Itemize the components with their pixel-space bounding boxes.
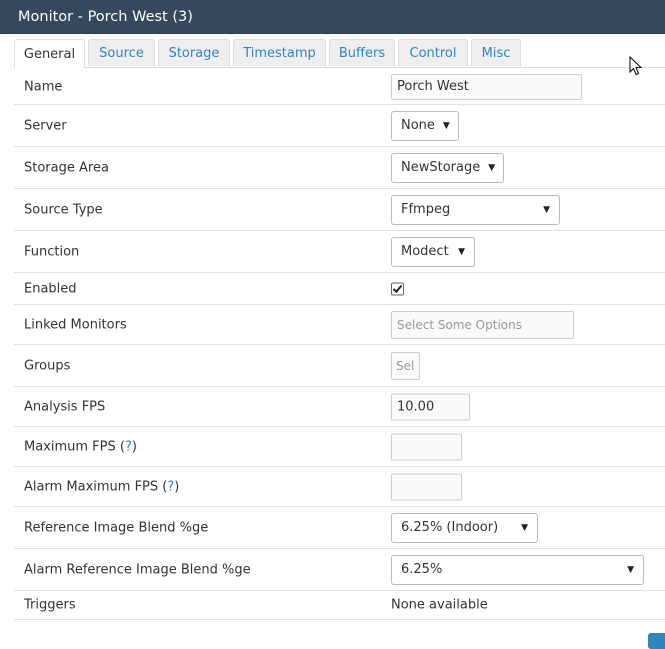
alarm-maximum-fps-input[interactable] (391, 473, 462, 500)
row-name: Name Porch West (14, 69, 665, 105)
enabled-label: Enabled (24, 281, 77, 296)
row-maximum-fps: Maximum FPS (?) (14, 427, 665, 467)
tab-buffers[interactable]: Buffers (329, 39, 395, 66)
reference-image-blend-label: Reference Image Blend %ge (24, 520, 209, 535)
triggers-value: None available (391, 597, 488, 613)
chevron-down-icon: ▼ (627, 564, 634, 575)
window-title: Monitor - Porch West (3) (18, 8, 193, 25)
alarm-maximum-fps-help-link[interactable]: ? (167, 479, 174, 494)
row-reference-image-blend: Reference Image Blend %ge 6.25% (Indoor)… (14, 507, 665, 549)
alarm-reference-image-blend-select-value: 6.25% (401, 562, 443, 577)
row-source-type: Source Type Ffmpeg ▼ (14, 189, 665, 231)
function-select-value: Modect (401, 244, 449, 259)
chevron-down-icon: ▼ (543, 204, 550, 215)
linked-monitors-multiselect[interactable]: Select Some Options (391, 310, 574, 339)
general-settings-form: Name Porch West Server None ▼ Storage Ar… (14, 69, 665, 620)
maximum-fps-input[interactable] (391, 433, 462, 460)
name-input[interactable]: Porch West (391, 73, 582, 100)
storage-area-select-value: NewStorage (401, 160, 481, 175)
groups-label: Groups (24, 358, 71, 373)
chevron-down-icon: ▼ (442, 120, 450, 131)
enabled-checkbox[interactable] (391, 282, 404, 295)
row-linked-monitors: Linked Monitors Select Some Options (14, 305, 665, 345)
tab-misc[interactable]: Misc (471, 39, 521, 66)
groups-multiselect[interactable]: Sel (391, 351, 420, 380)
row-analysis-fps: Analysis FPS 10.00 (14, 387, 665, 427)
row-enabled: Enabled (14, 273, 665, 305)
linked-monitors-label: Linked Monitors (24, 317, 127, 332)
tab-source[interactable]: Source (88, 39, 155, 66)
chevron-down-icon: ▼ (458, 246, 465, 257)
chevron-down-icon: ▼ (488, 162, 496, 173)
storage-area-select[interactable]: NewStorage ▼ (391, 152, 504, 183)
reference-image-blend-select[interactable]: 6.25% (Indoor) ▼ (391, 512, 538, 543)
chevron-down-icon: ▼ (521, 522, 528, 533)
row-alarm-maximum-fps: Alarm Maximum FPS (?) (14, 467, 665, 507)
row-storage-area: Storage Area NewStorage ▼ (14, 147, 665, 189)
row-function: Function Modect ▼ (14, 231, 665, 273)
row-alarm-reference-image-blend: Alarm Reference Image Blend %ge 6.25% ▼ (14, 549, 665, 591)
alarm-maximum-fps-label-text: Alarm Maximum FPS (24, 479, 159, 494)
analysis-fps-input[interactable]: 10.00 (391, 393, 470, 420)
source-type-select[interactable]: Ffmpeg ▼ (391, 194, 560, 225)
name-label: Name (24, 79, 63, 94)
source-type-select-value: Ffmpeg (401, 202, 451, 217)
function-select[interactable]: Modect ▼ (391, 236, 475, 267)
window-title-bar: Monitor - Porch West (3) (0, 0, 665, 34)
tab-control[interactable]: Control (398, 39, 468, 66)
mouse-cursor-icon (629, 56, 643, 76)
tab-general[interactable]: General (14, 39, 85, 68)
maximum-fps-label: Maximum FPS (?) (24, 439, 137, 454)
storage-area-label: Storage Area (24, 160, 109, 175)
source-type-label: Source Type (24, 202, 103, 217)
row-server: Server None ▼ (14, 105, 665, 147)
tab-timestamp[interactable]: Timestamp (233, 39, 326, 66)
maximum-fps-help-link[interactable]: ? (125, 439, 132, 454)
tab-bar: General Source Storage Timestamp Buffers… (14, 39, 665, 68)
row-triggers: Triggers None available (14, 591, 665, 620)
server-select[interactable]: None ▼ (391, 110, 459, 141)
save-button[interactable] (648, 633, 665, 649)
tab-storage[interactable]: Storage (158, 39, 230, 66)
reference-image-blend-select-value: 6.25% (Indoor) (401, 520, 499, 535)
alarm-reference-image-blend-label: Alarm Reference Image Blend %ge (24, 562, 251, 577)
analysis-fps-label: Analysis FPS (24, 399, 106, 414)
triggers-label: Triggers (24, 597, 76, 613)
row-groups: Groups Sel (14, 345, 665, 387)
server-label: Server (24, 118, 67, 133)
maximum-fps-label-text: Maximum FPS (24, 439, 116, 454)
server-select-value: None (401, 118, 435, 133)
function-label: Function (24, 244, 80, 259)
alarm-reference-image-blend-select[interactable]: 6.25% ▼ (391, 554, 644, 585)
alarm-maximum-fps-label: Alarm Maximum FPS (?) (24, 479, 180, 494)
